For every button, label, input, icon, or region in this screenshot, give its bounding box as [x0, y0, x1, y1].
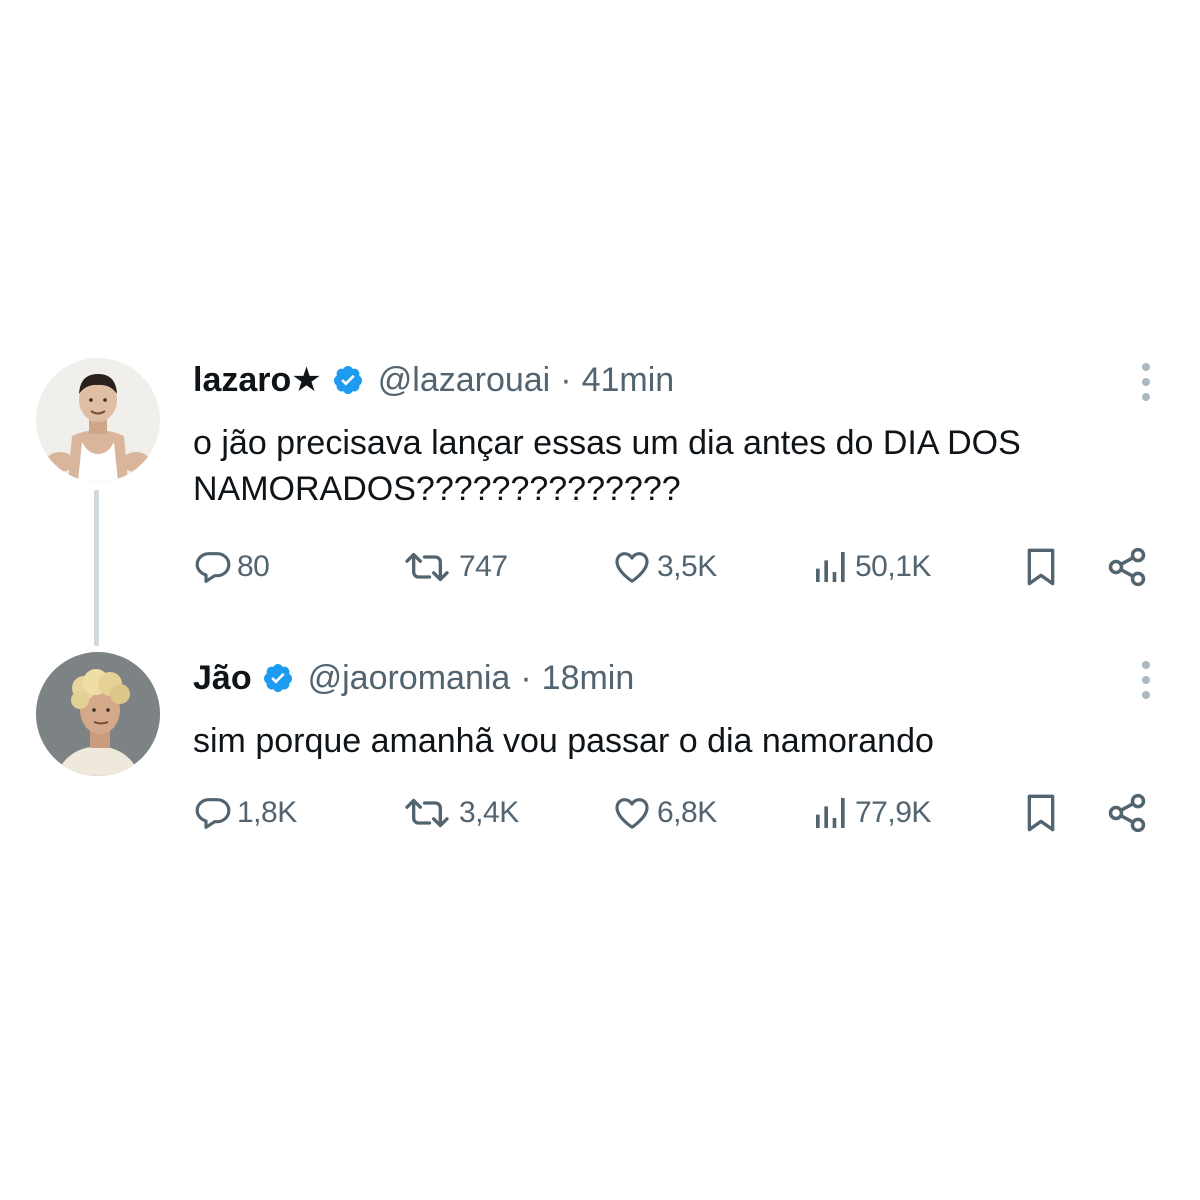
more-options-icon[interactable]	[1138, 362, 1154, 402]
timestamp[interactable]: 41min	[582, 360, 675, 400]
handle[interactable]: @lazarouai	[378, 360, 551, 400]
share-button[interactable]	[1105, 542, 1149, 592]
reply-button[interactable]: 1,8K	[193, 788, 297, 838]
reply-button[interactable]: 80	[193, 542, 270, 592]
verified-badge-icon	[332, 364, 364, 396]
tweet-text: o jão precisava lançar essas um dia ante…	[193, 424, 1021, 508]
share-icon	[1108, 547, 1146, 587]
more-options-icon[interactable]	[1138, 660, 1154, 700]
bookmark-button[interactable]	[1021, 788, 1061, 838]
tweet-actions: 80 747 3,5K 50,1K	[193, 542, 1153, 592]
avatar[interactable]	[36, 652, 160, 776]
tweet-header: lazaro★ @lazarouai · 41min	[193, 360, 674, 400]
retweet-count: 747	[459, 550, 508, 583]
views-count: 50,1K	[855, 550, 931, 583]
avatar[interactable]	[36, 358, 160, 482]
reply-count: 80	[237, 550, 270, 583]
reply-icon	[195, 798, 231, 829]
bookmark-icon	[1027, 794, 1055, 832]
views-button[interactable]: 50,1K	[811, 542, 931, 592]
retweet-icon	[405, 798, 449, 828]
verified-badge-icon	[262, 662, 294, 694]
tweet-actions: 1,8K 3,4K 6,8K 77,9K	[193, 788, 1153, 838]
separator-dot: ·	[520, 659, 532, 697]
bookmark-icon	[1027, 548, 1055, 586]
retweet-button[interactable]: 747	[399, 542, 508, 592]
retweet-button[interactable]: 3,4K	[399, 788, 519, 838]
handle[interactable]: @jaoromania	[308, 658, 511, 698]
views-icon	[816, 798, 845, 828]
like-button[interactable]: 6,8K	[611, 788, 717, 838]
separator-dot: ·	[560, 361, 572, 399]
thread-connector-line	[94, 490, 99, 646]
tweet-text: sim porque amanhã vou passar o dia namor…	[193, 722, 934, 760]
display-name[interactable]: Jão	[193, 658, 252, 698]
retweet-count: 3,4K	[459, 796, 519, 829]
views-button[interactable]: 77,9K	[811, 788, 931, 838]
share-icon	[1108, 793, 1146, 833]
retweet-icon	[405, 552, 449, 582]
like-count: 3,5K	[657, 550, 717, 583]
tweet-thread: lazaro★ @lazarouai · 41min o jão precisa…	[0, 0, 1200, 1200]
like-button[interactable]: 3,5K	[611, 542, 717, 592]
display-name[interactable]: lazaro★	[193, 360, 322, 400]
like-count: 6,8K	[657, 796, 717, 829]
tweet-header: Jão @jaoromania · 18min	[193, 658, 634, 698]
reply-icon	[195, 552, 231, 583]
views-count: 77,9K	[855, 796, 931, 829]
like-icon	[615, 798, 649, 829]
like-icon	[615, 552, 649, 583]
views-icon	[816, 552, 845, 582]
reply-count: 1,8K	[237, 796, 297, 829]
share-button[interactable]	[1105, 788, 1149, 838]
bookmark-button[interactable]	[1021, 542, 1061, 592]
timestamp[interactable]: 18min	[542, 658, 635, 698]
